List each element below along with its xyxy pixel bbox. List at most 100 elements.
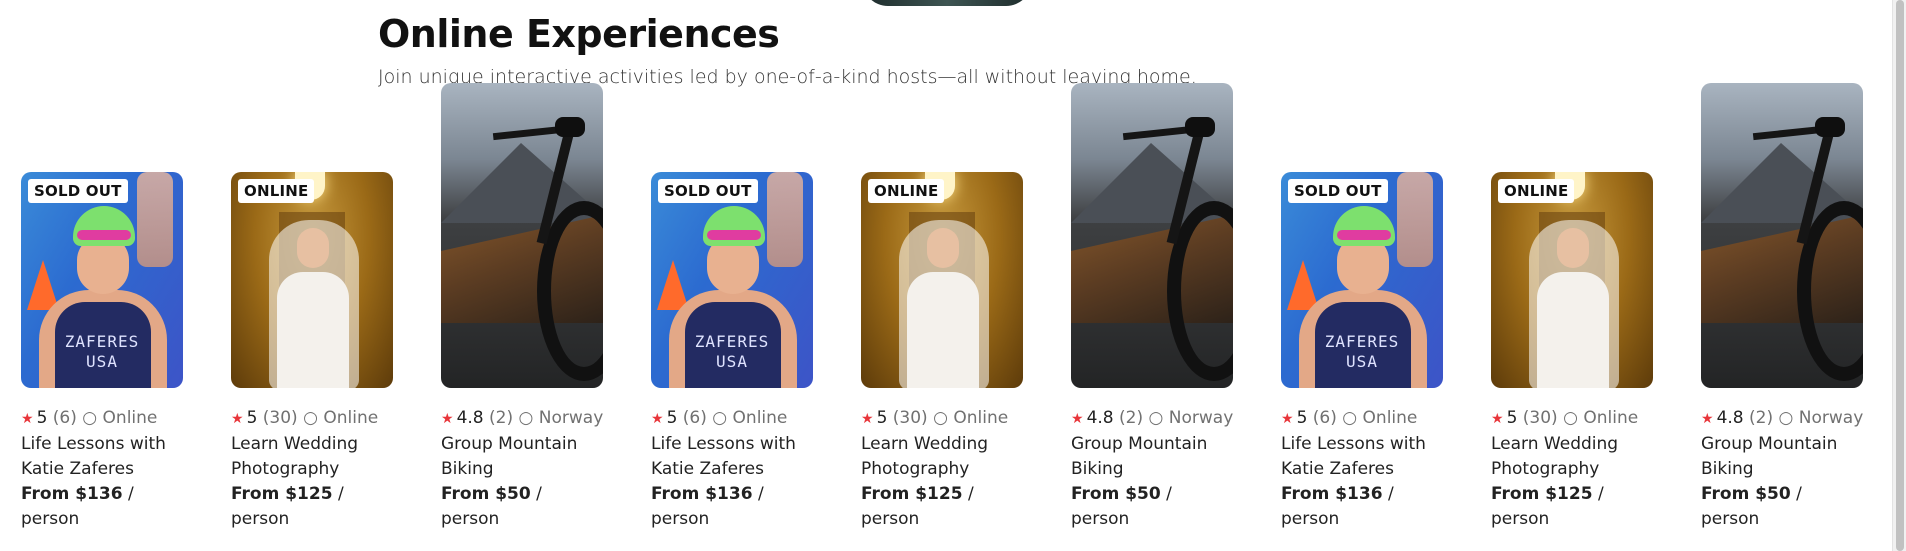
price-line: From $136 / person <box>21 482 183 532</box>
experience-card[interactable]: ZAFERES USA SOLD OUT ★ 5 (6) ○ Online Life Le… <box>1281 172 1443 532</box>
review-count: (6) <box>1312 408 1337 428</box>
star-icon: ★ <box>651 411 664 427</box>
price-line: From $136 / person <box>1281 482 1443 532</box>
experience-card[interactable]: ★ 4.8 (2) ○ Norway Group Mountain Biking Fro… <box>1701 83 1863 532</box>
experience-card[interactable]: ONLINE ★ 5 (30) ○ Online Learn Wedding Photo… <box>861 172 1023 532</box>
title-line: Life Lessons with <box>651 434 796 454</box>
title-line: Photography <box>231 459 340 479</box>
experience-title[interactable]: Learn Wedding Photography <box>1491 432 1653 482</box>
availability-badge: ONLINE <box>1498 179 1575 203</box>
rating-line: ★ 5 (30) ○ Online <box>1491 406 1653 432</box>
mountain-bike-photo[interactable] <box>1701 83 1863 388</box>
bike-seat <box>555 117 585 137</box>
rating-line: ★ 4.8 (2) ○ Norway <box>1071 406 1233 432</box>
experience-title[interactable]: Learn Wedding Photography <box>861 432 1023 482</box>
price: From $136 <box>651 484 753 504</box>
experience-title[interactable]: Group Mountain Biking <box>441 432 603 482</box>
swimmer-photo[interactable]: ZAFERES USA SOLD OUT <box>651 172 813 388</box>
card-details: ★ 5 (30) ○ Online Learn Wedding Photography… <box>231 406 393 532</box>
swimmer-photo[interactable]: ZAFERES USA SOLD OUT <box>21 172 183 388</box>
rating-line: ★ 5 (6) ○ Online <box>21 406 183 432</box>
review-count: (30) <box>892 408 928 428</box>
location: Online <box>102 408 158 428</box>
section-header: Online Experiences Join unique interacti… <box>378 12 1197 88</box>
price: From $136 <box>21 484 123 504</box>
swimmer-photo[interactable]: ZAFERES USA SOLD OUT <box>1281 172 1443 388</box>
title-line: Katie Zaferes <box>651 459 764 479</box>
review-count: (2) <box>1749 408 1774 428</box>
separator-dot-icon: ○ <box>712 408 728 428</box>
bride-photo[interactable]: ONLINE <box>861 172 1023 388</box>
separator-dot-icon: ○ <box>1148 408 1164 428</box>
page-scrollbar[interactable] <box>1892 0 1906 551</box>
star-icon: ★ <box>1071 411 1084 427</box>
mountain-bike-photo[interactable] <box>1071 83 1233 388</box>
experience-title[interactable]: Life Lessons with Katie Zaferes <box>651 432 813 482</box>
rating-value: 5 <box>36 408 48 428</box>
title-line: Group Mountain <box>1701 434 1838 454</box>
price: From $50 <box>1071 484 1161 504</box>
location: Norway <box>1168 408 1234 428</box>
experience-title[interactable]: Group Mountain Biking <box>1701 432 1863 482</box>
card-details: ★ 4.8 (2) ○ Norway Group Mountain Biking Fro… <box>1071 406 1233 532</box>
separator-dot-icon: ○ <box>1342 408 1358 428</box>
title-line: Katie Zaferes <box>21 459 134 479</box>
review-count: (6) <box>682 408 707 428</box>
experience-card[interactable]: ★ 4.8 (2) ○ Norway Group Mountain Biking Fro… <box>441 83 603 532</box>
price: From $125 <box>231 484 333 504</box>
card-details: ★ 5 (6) ○ Online Life Lessons with Katie Za… <box>1281 406 1443 532</box>
rating-value: 4.8 <box>456 408 484 428</box>
bride-photo[interactable]: ONLINE <box>231 172 393 388</box>
background-runner <box>767 172 803 267</box>
card-details: ★ 4.8 (2) ○ Norway Group Mountain Biking Fro… <box>1701 406 1863 532</box>
rating-value: 4.8 <box>1716 408 1744 428</box>
experience-card[interactable]: ONLINE ★ 5 (30) ○ Online Learn Wedding Photo… <box>231 172 393 532</box>
wedding-dress <box>1537 272 1609 388</box>
availability-badge: SOLD OUT <box>1288 179 1388 203</box>
swim-goggles <box>1337 230 1391 240</box>
bride-face <box>927 228 959 268</box>
title-line: Group Mountain <box>1071 434 1208 454</box>
location: Online <box>1362 408 1418 428</box>
experience-card[interactable]: ★ 4.8 (2) ○ Norway Group Mountain Biking Fro… <box>1071 83 1233 532</box>
bride-photo[interactable]: ONLINE <box>1491 172 1653 388</box>
star-icon: ★ <box>231 411 244 427</box>
rating-line: ★ 5 (30) ○ Online <box>231 406 393 432</box>
rating-value: 5 <box>1506 408 1518 428</box>
mountain-bike-photo[interactable] <box>441 83 603 388</box>
price-line: From $50 / person <box>1701 482 1863 532</box>
card-details: ★ 5 (30) ○ Online Learn Wedding Photography… <box>861 406 1023 532</box>
title-line: Photography <box>1491 459 1600 479</box>
separator-dot-icon: ○ <box>518 408 534 428</box>
rating-line: ★ 5 (30) ○ Online <box>861 406 1023 432</box>
location: Online <box>732 408 788 428</box>
price-line: From $125 / person <box>1491 482 1653 532</box>
rating-value: 5 <box>876 408 888 428</box>
card-details: ★ 5 (30) ○ Online Learn Wedding Photography… <box>1491 406 1653 532</box>
rating-line: ★ 5 (6) ○ Online <box>1281 406 1443 432</box>
experience-card[interactable]: ZAFERES USA SOLD OUT ★ 5 (6) ○ Online Life Le… <box>21 172 183 532</box>
title-line: Photography <box>861 459 970 479</box>
title-line: Learn Wedding <box>1491 434 1619 454</box>
experience-title[interactable]: Life Lessons with Katie Zaferes <box>1281 432 1443 482</box>
experience-title[interactable]: Group Mountain Biking <box>1071 432 1233 482</box>
experience-title[interactable]: Life Lessons with Katie Zaferes <box>21 432 183 482</box>
experience-cards-row: ZAFERES USA SOLD OUT ★ 5 (6) ○ Online Life Le… <box>21 83 1863 532</box>
scrollbar-thumb[interactable] <box>1896 0 1904 551</box>
separator-dot-icon: ○ <box>1778 408 1794 428</box>
experience-title[interactable]: Learn Wedding Photography <box>231 432 393 482</box>
experience-card[interactable]: ONLINE ★ 5 (30) ○ Online Learn Wedding Photo… <box>1491 172 1653 532</box>
rating-line: ★ 4.8 (2) ○ Norway <box>441 406 603 432</box>
section-title: Online Experiences <box>378 12 780 56</box>
title-line: Life Lessons with <box>1281 434 1426 454</box>
star-icon: ★ <box>441 411 454 427</box>
experience-card[interactable]: ZAFERES USA SOLD OUT ★ 5 (6) ○ Online Life Le… <box>651 172 813 532</box>
availability-badge: SOLD OUT <box>658 179 758 203</box>
price-line: From $50 / person <box>1071 482 1233 532</box>
swimsuit-lettering: ZAFERES USA <box>694 332 770 371</box>
card-details: ★ 4.8 (2) ○ Norway Group Mountain Biking Fro… <box>441 406 603 532</box>
price-line: From $50 / person <box>441 482 603 532</box>
review-count: (30) <box>262 408 298 428</box>
title-line: Katie Zaferes <box>1281 459 1394 479</box>
swimsuit-lettering: ZAFERES USA <box>64 332 140 371</box>
